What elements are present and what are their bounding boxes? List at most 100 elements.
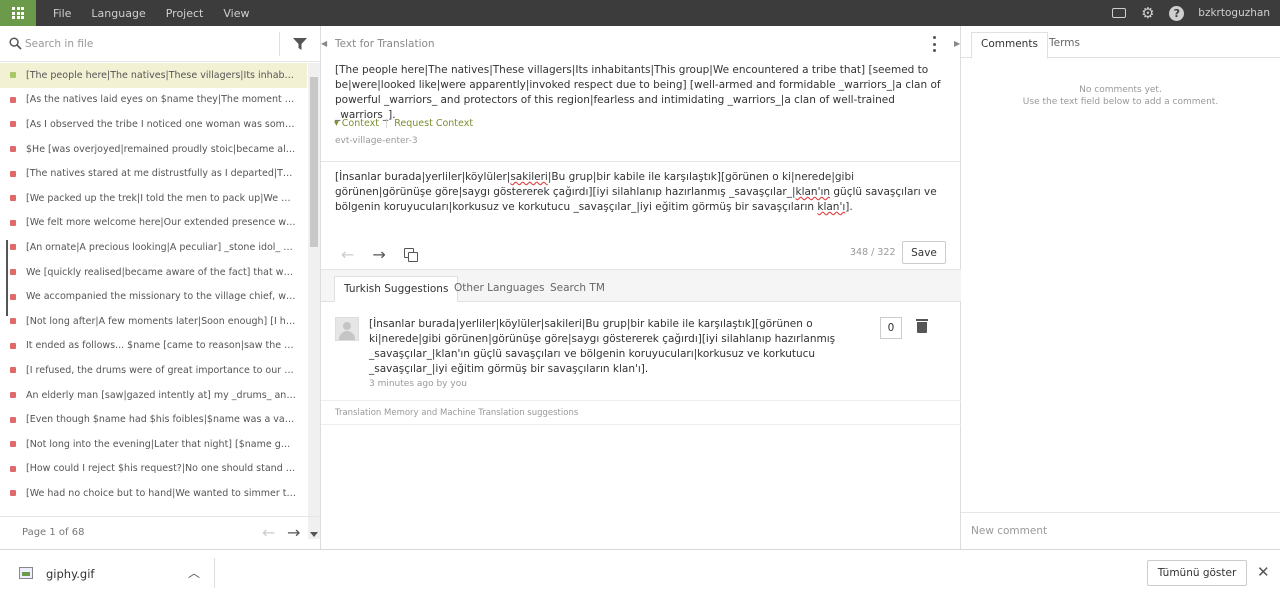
- string-list-item[interactable]: [Not long after|A few moments later|Soon…: [0, 309, 307, 334]
- more-options-icon[interactable]: [929, 36, 939, 52]
- tab-turkish-suggestions[interactable]: Turkish Suggestions: [334, 276, 459, 302]
- string-list-item-text: [Not long into the evening|Later that ni…: [26, 438, 296, 450]
- empty-comments-line: Use the text field below to add a commen…: [1022, 97, 1219, 107]
- string-list-item[interactable]: $He [was overjoyed|remained proudly stoi…: [0, 137, 307, 162]
- image-file-icon: [19, 567, 33, 579]
- misspelled-word: klan'ı: [817, 201, 846, 213]
- string-list-item[interactable]: [How could I reject $his request?|No one…: [0, 457, 307, 482]
- string-list-item[interactable]: [The natives stared at me distrustfully …: [0, 161, 307, 186]
- prev-string-arrow-icon[interactable]: ←: [341, 245, 354, 264]
- string-list: [The people here|The natives|These villa…: [0, 63, 307, 513]
- tab-other-languages[interactable]: Other Languages: [445, 276, 553, 302]
- menu-view[interactable]: View: [223, 7, 249, 20]
- misspelled-word: sakileri: [510, 171, 548, 183]
- translated-status-icon: [10, 72, 16, 79]
- tab-search-tm[interactable]: Search TM: [541, 276, 614, 302]
- collapse-left-icon[interactable]: ◀: [321, 39, 327, 48]
- top-right-tools: ⚙ ? bzkrtoguzhan: [1112, 0, 1270, 26]
- tab-terms[interactable]: Terms: [1040, 32, 1089, 59]
- source-text: [The people here|The natives|These villa…: [335, 64, 941, 121]
- divider: [279, 32, 280, 56]
- filter-icon[interactable]: [292, 37, 308, 51]
- keyboard-icon[interactable]: [1112, 8, 1127, 18]
- misspelled-word: klan'ın: [795, 186, 831, 198]
- search-input[interactable]: [25, 34, 275, 54]
- avatar: [335, 317, 359, 341]
- prev-page-arrow-icon[interactable]: ←: [262, 523, 275, 542]
- string-list-item[interactable]: [We had no choice but to hand|We wanted …: [0, 481, 307, 506]
- string-list-item-text: [As the natives laid eyes on $name they|…: [26, 94, 296, 106]
- panel-resize-handle[interactable]: [0, 240, 8, 316]
- string-list-item-text: [How could I reject $his request?|No one…: [26, 463, 296, 475]
- string-list-item[interactable]: [As the natives laid eyes on $name they|…: [0, 88, 307, 113]
- download-file-name[interactable]: giphy.gif: [46, 567, 94, 581]
- string-list-item-text: [The natives stared at me distrustfully …: [26, 168, 296, 180]
- main-menu: File Language Project View: [53, 0, 269, 26]
- string-list-item[interactable]: [We packed up the trek|I told the men to…: [0, 186, 307, 211]
- trash-icon[interactable]: [916, 319, 928, 333]
- scrollbar[interactable]: [308, 63, 320, 539]
- untranslated-status-icon: [10, 121, 16, 128]
- untranslated-status-icon: [10, 342, 16, 349]
- editor-panel: ◀ Text for Translation [The people here|…: [321, 26, 961, 549]
- untranslated-status-icon: [10, 441, 16, 448]
- string-list-item[interactable]: An elderly man [saw|gazed intently at] m…: [0, 383, 307, 408]
- string-list-item-text: [I refused, the drums were of great impo…: [26, 364, 296, 376]
- tab-comments[interactable]: Comments: [971, 32, 1048, 59]
- next-string-arrow-icon[interactable]: →: [372, 245, 385, 264]
- next-page-arrow-icon[interactable]: →: [287, 523, 300, 542]
- collapse-right-icon[interactable]: ▶: [954, 39, 960, 48]
- untranslated-status-icon: [10, 170, 16, 177]
- context-toggle[interactable]: ▾ Context: [334, 118, 379, 129]
- strings-panel: [The people here|The natives|These villa…: [0, 26, 321, 549]
- gear-icon[interactable]: ⚙: [1140, 5, 1155, 21]
- string-list-item[interactable]: We [quickly realised|became aware of the…: [0, 260, 307, 285]
- scrollbar-thumb[interactable]: [310, 77, 318, 247]
- username[interactable]: bzkrtoguzhan: [1198, 7, 1270, 19]
- close-icon[interactable]: ✕: [1257, 563, 1270, 581]
- string-list-item[interactable]: [Even though $name had $his foibles|$nam…: [0, 407, 307, 432]
- string-list-item[interactable]: [Not long into the evening|Later that ni…: [0, 432, 307, 457]
- show-all-button[interactable]: Tümünü göster: [1147, 560, 1247, 586]
- context-label: Context: [341, 118, 380, 129]
- empty-comments: No comments yet. Use the text field belo…: [961, 84, 1280, 108]
- apps-menu-button[interactable]: [0, 0, 36, 26]
- string-list-item[interactable]: [I refused, the drums were of great impo…: [0, 358, 307, 383]
- menu-project[interactable]: Project: [166, 7, 204, 20]
- pagination: Page 1 of 68 ← →: [0, 516, 320, 549]
- copy-source-icon[interactable]: [403, 247, 418, 262]
- chevron-up-icon[interactable]: ︿: [188, 564, 200, 581]
- divider: [321, 161, 961, 162]
- context-links: ▾ Context | Request Context: [334, 118, 473, 129]
- suggestion-text[interactable]: [İnsanlar burada|yerliler|köylüler|sakil…: [369, 317, 859, 377]
- save-button[interactable]: Save: [902, 241, 946, 264]
- page-label: Page 1 of 68: [22, 527, 85, 538]
- editor-title: Text for Translation: [335, 38, 435, 50]
- string-list-item[interactable]: It ended as follows... $name [came to re…: [0, 334, 307, 359]
- string-list-item-text: [Even though $name had $his foibles|$nam…: [26, 414, 296, 426]
- new-comment-box: [961, 512, 1280, 549]
- translation-segment: ].: [845, 201, 853, 213]
- suggestion-tabs: Turkish Suggestions Other Languages Sear…: [321, 270, 961, 302]
- grid-icon: [12, 7, 24, 19]
- top-bar: File Language Project View ⚙ ? bzkrtoguz…: [0, 0, 1280, 26]
- divider: [321, 424, 961, 425]
- string-list-item-text: $He [was overjoyed|remained proudly stoi…: [26, 143, 296, 155]
- string-list-item[interactable]: [As I observed the tribe I noticed one w…: [0, 112, 307, 137]
- menu-language[interactable]: Language: [91, 7, 145, 20]
- help-icon[interactable]: ?: [1169, 5, 1185, 21]
- untranslated-status-icon: [10, 490, 16, 497]
- string-list-item[interactable]: [We felt more welcome here|Our extended …: [0, 211, 307, 236]
- string-list-item[interactable]: [The people here|The natives|These villa…: [0, 63, 307, 88]
- request-context-link[interactable]: Request Context: [394, 118, 473, 129]
- string-list-item[interactable]: We accompanied the missionary to the vil…: [0, 284, 307, 309]
- menu-file[interactable]: File: [53, 7, 71, 20]
- suggestion-item[interactable]: [İnsanlar burada|yerliler|köylüler|sakil…: [321, 303, 961, 401]
- vote-count[interactable]: 0: [880, 317, 902, 339]
- string-list-item[interactable]: [An ornate|A precious looking|A peculiar…: [0, 235, 307, 260]
- string-list-item-text: [Not long after|A few moments later|Soon…: [26, 315, 296, 327]
- translation-textarea[interactable]: [İnsanlar burada|yerliler|köylüler|sakil…: [335, 170, 950, 215]
- new-comment-input[interactable]: [971, 523, 1271, 539]
- untranslated-status-icon: [10, 219, 16, 226]
- untranslated-status-icon: [10, 416, 16, 423]
